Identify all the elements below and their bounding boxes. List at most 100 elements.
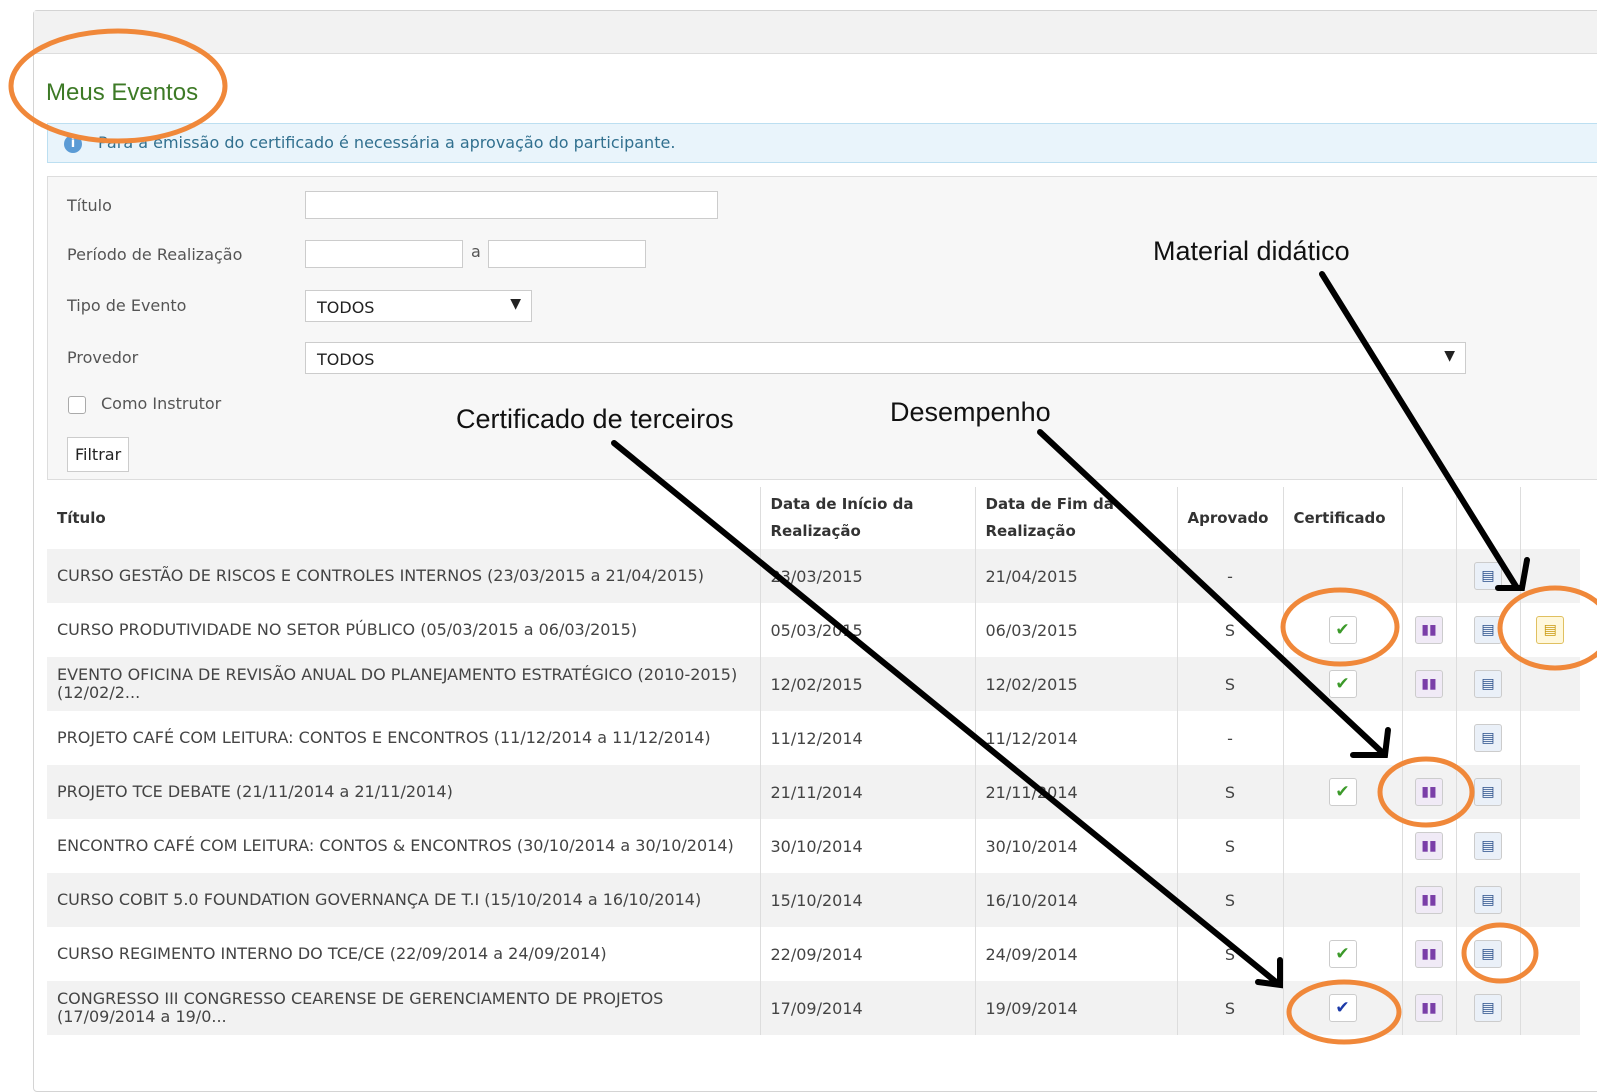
annotation-material-didatico: Material didático	[1153, 236, 1350, 266]
cell-aprovado: S	[1176, 873, 1283, 927]
cell-documento: ▤	[1455, 819, 1520, 873]
cell-material	[1519, 873, 1580, 927]
cell-certificado: ✔	[1282, 765, 1402, 819]
cell-desempenho: ▮▮	[1401, 873, 1456, 927]
document-icon[interactable]: ▤	[1474, 616, 1502, 644]
check-icon[interactable]: ✔	[1328, 616, 1357, 644]
document-icon[interactable]: ▤	[1474, 562, 1502, 590]
cell-data-fim: 16/10/2014	[974, 873, 1177, 927]
cell-material	[1519, 981, 1580, 1035]
cell-certificado: ✔	[1282, 981, 1402, 1035]
tipo-evento-select[interactable]: TODOS ▼	[305, 290, 532, 322]
col-header-material	[1519, 487, 1580, 549]
performance-chart-icon[interactable]: ▮▮	[1415, 994, 1443, 1022]
titulo-input[interactable]	[305, 191, 718, 219]
cell-material	[1519, 819, 1580, 873]
cell-titulo: ENCONTRO CAFÉ COM LEITURA: CONTOS & ENCO…	[47, 819, 760, 873]
cell-aprovado: S	[1176, 603, 1283, 657]
tipo-evento-label: Tipo de Evento	[67, 296, 187, 315]
cell-data-fim: 12/02/2015	[974, 657, 1177, 711]
cell-material	[1519, 765, 1580, 819]
cell-certificado	[1282, 711, 1402, 765]
cell-data-inicio: 15/10/2014	[759, 873, 975, 927]
performance-chart-icon[interactable]: ▮▮	[1415, 778, 1443, 806]
document-icon[interactable]: ▤	[1474, 994, 1502, 1022]
material-didatico-icon[interactable]: ▤	[1536, 616, 1565, 644]
check-icon[interactable]: ✔	[1328, 778, 1357, 806]
performance-chart-icon[interactable]: ▮▮	[1415, 670, 1443, 698]
performance-chart-icon[interactable]: ▮▮	[1415, 886, 1443, 914]
document-icon[interactable]: ▤	[1474, 832, 1502, 860]
check-icon[interactable]: ✔	[1328, 940, 1357, 968]
performance-chart-icon[interactable]: ▮▮	[1415, 832, 1443, 860]
cell-desempenho: ▮▮	[1401, 927, 1456, 981]
como-instrutor-checkbox[interactable]	[68, 396, 86, 414]
cell-desempenho: ▮▮	[1401, 765, 1456, 819]
table-row: PROJETO TCE DEBATE (21/11/2014 a 21/11/2…	[47, 765, 1580, 819]
cell-material	[1519, 657, 1580, 711]
info-icon: i	[64, 135, 82, 153]
cell-titulo: CURSO COBIT 5.0 FOUNDATION GOVERNANÇA DE…	[47, 873, 760, 927]
cell-titulo: EVENTO OFICINA DE REVISÃO ANUAL DO PLANE…	[47, 657, 760, 711]
page-title: Meus Eventos	[46, 79, 199, 106]
table-row: CURSO GESTÃO DE RISCOS E CONTROLES INTER…	[47, 549, 1580, 603]
document-icon[interactable]: ▤	[1474, 886, 1502, 914]
cell-desempenho: ▮▮	[1401, 657, 1456, 711]
col-header-aprovado[interactable]: Aprovado	[1176, 487, 1283, 549]
cell-documento: ▤	[1455, 927, 1520, 981]
table-row: CURSO COBIT 5.0 FOUNDATION GOVERNANÇA DE…	[47, 873, 1580, 927]
performance-chart-icon[interactable]: ▮▮	[1415, 940, 1443, 968]
check-icon[interactable]: ✔	[1328, 994, 1357, 1022]
document-icon[interactable]: ▤	[1474, 724, 1502, 752]
como-instrutor-label: Como Instrutor	[101, 394, 222, 413]
cell-certificado	[1282, 819, 1402, 873]
cell-data-inicio: 17/09/2014	[759, 981, 975, 1035]
document-icon[interactable]: ▤	[1474, 940, 1502, 968]
provedor-select[interactable]: TODOS ▼	[305, 342, 1466, 374]
col-header-inicio[interactable]: Data de Início da Realização	[759, 487, 975, 549]
performance-chart-icon[interactable]: ▮▮	[1415, 616, 1443, 644]
cell-aprovado: S	[1176, 765, 1283, 819]
col-header-certificado[interactable]: Certificado	[1282, 487, 1402, 549]
cell-certificado: ✔	[1282, 657, 1402, 711]
cell-titulo: PROJETO TCE DEBATE (21/11/2014 a 21/11/2…	[47, 765, 760, 819]
cell-material	[1519, 549, 1580, 603]
cell-desempenho: ▮▮	[1401, 981, 1456, 1035]
cell-documento: ▤	[1455, 765, 1520, 819]
cell-certificado	[1282, 873, 1402, 927]
panel-header	[34, 11, 1597, 54]
cell-data-inicio: 05/03/2015	[759, 603, 975, 657]
cell-data-fim: 24/09/2014	[974, 927, 1177, 981]
col-header-titulo[interactable]: Título	[47, 487, 760, 549]
col-header-fim[interactable]: Data de Fim da Realização	[974, 487, 1177, 549]
table-row: CURSO PRODUTIVIDADE NO SETOR PÚBLICO (05…	[47, 603, 1580, 657]
cell-data-fim: 21/11/2014	[974, 765, 1177, 819]
provedor-label: Provedor	[67, 348, 139, 367]
cell-certificado: ✔	[1282, 927, 1402, 981]
check-icon[interactable]: ✔	[1328, 670, 1357, 698]
filtrar-button[interactable]: Filtrar	[67, 437, 130, 472]
cell-titulo: CONGRESSO III CONGRESSO CEARENSE DE GERE…	[47, 981, 760, 1035]
table-row: EVENTO OFICINA DE REVISÃO ANUAL DO PLANE…	[47, 657, 1580, 711]
cell-data-fim: 30/10/2014	[974, 819, 1177, 873]
cell-data-fim: 06/03/2015	[974, 603, 1177, 657]
table-row: CONGRESSO III CONGRESSO CEARENSE DE GERE…	[47, 981, 1580, 1035]
cell-material: ▤	[1519, 603, 1580, 657]
table-row: CURSO REGIMENTO INTERNO DO TCE/CE (22/09…	[47, 927, 1580, 981]
cell-data-inicio: 21/11/2014	[759, 765, 975, 819]
cell-data-fim: 19/09/2014	[974, 981, 1177, 1035]
cell-material	[1519, 711, 1580, 765]
document-icon[interactable]: ▤	[1474, 670, 1502, 698]
annotation-desempenho: Desempenho	[890, 397, 1051, 427]
document-icon[interactable]: ▤	[1474, 778, 1502, 806]
tipo-evento-value: TODOS	[317, 298, 375, 317]
cell-documento: ▤	[1455, 603, 1520, 657]
cell-desempenho: ▮▮	[1401, 819, 1456, 873]
periodo-inicio-input[interactable]	[305, 240, 463, 268]
col-header-documento	[1455, 487, 1520, 549]
cell-data-inicio: 12/02/2015	[759, 657, 975, 711]
dropdown-arrow-icon: ▼	[510, 296, 521, 312]
periodo-separator: a	[471, 242, 481, 261]
cell-desempenho	[1401, 711, 1456, 765]
periodo-fim-input[interactable]	[488, 240, 646, 268]
